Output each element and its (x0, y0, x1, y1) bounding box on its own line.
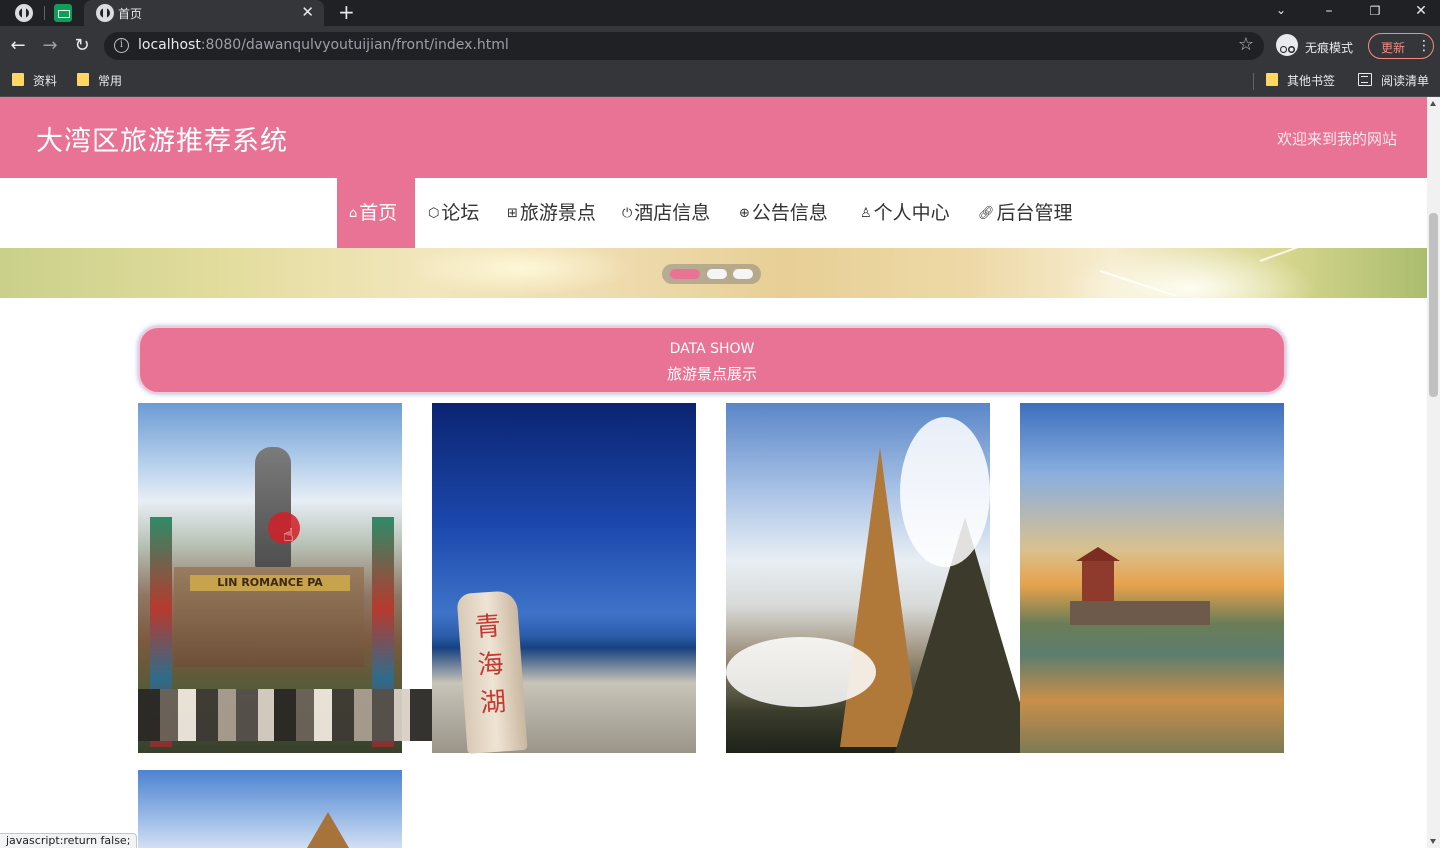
bookmark-folder[interactable]: 资料 (33, 72, 57, 89)
page-viewport: 大湾区旅游推荐系统 欢迎来到我的网站 ⌂ 首页 ⬡ 论坛 ⊞ 旅游景点 ⏻ 酒店信息 ⊕… (0, 97, 1440, 848)
reading-list-icon (1358, 73, 1372, 86)
link-icon: 🔗︎ (978, 206, 995, 221)
section-title-en: DATA SHOW (669, 341, 755, 357)
card-decoration: 青 海 湖 (456, 590, 528, 754)
home-icon: ⌂ (349, 206, 358, 221)
site-header: 大湾区旅游推荐系统 欢迎来到我的网站 (0, 97, 1427, 178)
site-title: 大湾区旅游推荐系统 (36, 126, 288, 157)
browser-tab-strip: 首页 ✕ + ⌄ – ❐ ✕ (0, 0, 1440, 26)
section-title-cn: 旅游景点展示 (666, 365, 757, 383)
nav-item-profile[interactable]: ♙ 个人中心 (860, 178, 950, 248)
folder-icon (1266, 73, 1278, 86)
reload-icon[interactable]: ↻ (71, 35, 93, 57)
browser-tab-active[interactable]: 首页 ✕ (84, 0, 324, 26)
forward-icon[interactable]: → (39, 35, 61, 57)
nav-item-notices[interactable]: ⊕ 公告信息 (739, 178, 828, 248)
folder-icon (12, 73, 24, 86)
scroll-down-icon[interactable] (1430, 839, 1436, 844)
tab-search-icon[interactable]: ⌄ (1270, 1, 1292, 19)
card-decoration (255, 447, 291, 569)
bookmarks-bar: 资料 常用 其他书签 阅读清单 (0, 66, 1440, 97)
scroll-up-icon[interactable] (1430, 101, 1436, 106)
main-nav: ⌂ 首页 ⬡ 论坛 ⊞ 旅游景点 ⏻ 酒店信息 ⊕ 公告信息 ♙ 个人中心 🔗︎ 后台管理 (0, 178, 1427, 248)
incognito-label[interactable]: 无痕模式 (1305, 39, 1353, 56)
url-text[interactable]: localhost:8080/dawanqulvyoutuijian/front… (138, 37, 509, 53)
stele-text: 湖 (479, 687, 508, 719)
sheets-icon[interactable] (54, 4, 72, 22)
card-decoration (300, 812, 356, 848)
carousel-banner[interactable] (0, 219, 1427, 298)
forum-icon: ⬡ (428, 206, 440, 221)
close-icon[interactable]: ✕ (301, 3, 314, 21)
card-decoration (726, 637, 876, 707)
scroll-thumb[interactable] (1429, 213, 1438, 397)
stele-text: 青 (473, 611, 502, 644)
globe-icon (96, 4, 114, 22)
nav-item-attractions[interactable]: ⊞ 旅游景点 (507, 178, 596, 248)
nav-item-admin[interactable]: 🔗︎ 后台管理 (978, 178, 1073, 248)
minimize-icon[interactable]: – (1318, 2, 1340, 20)
tab-divider (44, 6, 45, 20)
card-decoration (1082, 561, 1114, 601)
folder-icon (77, 73, 89, 86)
user-icon: ♙ (860, 206, 872, 221)
incognito-icon[interactable] (1276, 34, 1298, 56)
banner-light-streak (1099, 270, 1177, 297)
hand-cursor-icon: ☝ (283, 525, 294, 546)
stele-text: 海 (476, 649, 505, 681)
nav-item-home[interactable]: ⌂ 首页 (337, 178, 415, 248)
attraction-card[interactable] (138, 770, 402, 848)
tab-title: 首页 (118, 7, 143, 21)
nav-item-forum[interactable]: ⬡ 论坛 (428, 178, 479, 248)
back-icon[interactable]: ← (7, 35, 29, 57)
carousel-dot[interactable] (733, 269, 753, 279)
carousel-dot[interactable] (707, 269, 727, 279)
bookmark-star-icon[interactable]: ☆ (1238, 34, 1254, 56)
other-bookmarks[interactable]: 其他书签 (1287, 72, 1335, 89)
carousel-dot[interactable] (670, 269, 700, 279)
carousel-indicators (662, 264, 761, 284)
nav-item-hotels[interactable]: ⏻ 酒店信息 (622, 178, 710, 248)
new-tab-icon[interactable]: + (338, 1, 355, 23)
reading-list[interactable]: 阅读清单 (1381, 72, 1429, 89)
attraction-card[interactable] (1020, 403, 1284, 753)
bookmark-divider (1253, 73, 1254, 90)
update-label: 更新 (1381, 41, 1406, 55)
globe-icon[interactable] (15, 4, 33, 22)
info-icon[interactable]: i (114, 38, 129, 53)
browser-toolbar: ← → ↻ i localhost:8080/dawanqulvyoutuiji… (0, 26, 1440, 66)
section-heading: DATA SHOW 旅游景点展示 (138, 326, 1286, 394)
hotel-icon: ⏻ (622, 206, 633, 221)
window-close-icon[interactable]: ✕ (1410, 2, 1432, 20)
card-decoration (900, 417, 990, 567)
welcome-text: 欢迎来到我的网站 (1276, 130, 1397, 148)
bookmark-folder[interactable]: 常用 (98, 72, 122, 89)
update-button[interactable]: 更新 ⋮ (1368, 33, 1434, 59)
card-decoration (1070, 601, 1210, 625)
page-scrollbar[interactable] (1427, 97, 1440, 848)
address-bar[interactable]: i localhost:8080/dawanqulvyoutuijian/fro… (104, 32, 1264, 60)
restore-icon[interactable]: ❐ (1364, 2, 1386, 20)
gate-sign-text: LIN ROMANCE PA (190, 575, 350, 591)
attractions-icon: ⊞ (507, 206, 518, 221)
kebab-menu-icon[interactable]: ⋮ (1417, 37, 1431, 55)
card-decoration (1076, 547, 1120, 561)
status-bar-url: javascript:return false; (0, 833, 138, 848)
notice-icon: ⊕ (739, 206, 750, 221)
